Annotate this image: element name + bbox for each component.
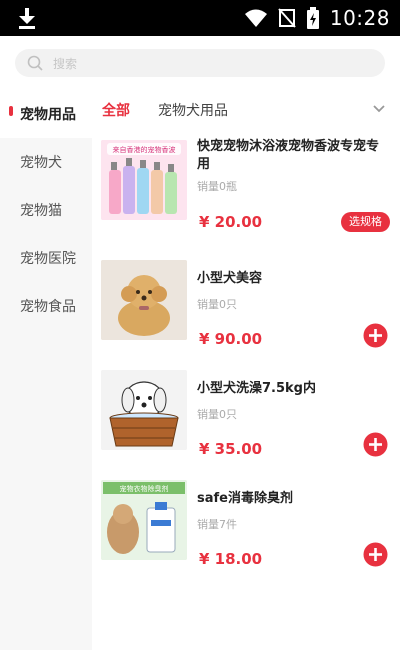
download-icon — [19, 8, 35, 29]
sidebar-item-pet-dog[interactable]: 宠物犬 — [0, 138, 92, 186]
add-to-cart-button[interactable] — [363, 542, 388, 567]
sidebar-item-label: 宠物用品 — [20, 107, 76, 123]
product-item[interactable]: 小型犬洗澡7.5kg内 销量0只 ¥ 35.00 — [92, 360, 400, 470]
sidebar-item-pet-food[interactable]: 宠物食品 — [0, 282, 92, 330]
product-image-dog-bath — [101, 370, 187, 450]
product-image-deodorizer: 宠物衣物除臭剂 — [101, 480, 187, 560]
sidebar-item-label: 宠物犬 — [20, 155, 62, 171]
product-sales: 销量0只 — [197, 298, 237, 311]
wifi-icon — [244, 9, 267, 27]
product-list: 来自香港的宠物香波 快宠宠物沐浴液宠物香波专宠专用 销量0瓶 ¥ 20.00 选… — [92, 130, 400, 580]
product-price: ¥ 20.00 — [199, 213, 263, 231]
product-price: ¥ 90.00 — [199, 330, 263, 348]
status-bar: 10:28 — [0, 0, 400, 36]
deodorizer-banner-text: 宠物衣物除臭剂 — [120, 484, 169, 493]
sidebar-item-pet-supplies[interactable]: 宠物用品 — [0, 90, 92, 138]
product-image-shampoo: 来自香港的宠物香波 — [101, 140, 187, 220]
product-name: 小型犬洗澡7.5kg内 — [197, 381, 316, 396]
product-sales: 销量0只 — [197, 408, 237, 421]
active-indicator — [9, 106, 13, 116]
product-price: ¥ 35.00 — [199, 440, 263, 458]
product-item[interactable]: 宠物衣物除臭剂 safe消毒除臭剂 销量7件 ¥ 18.00 — [92, 470, 400, 580]
sidebar-item-label: 宠物食品 — [20, 299, 76, 315]
sidebar-item-pet-cat[interactable]: 宠物猫 — [0, 186, 92, 234]
product-name: 快宠宠物沐浴液宠物香波专宠专用 — [197, 139, 380, 172]
search-icon — [27, 55, 43, 71]
sidebar-item-pet-hospital[interactable]: 宠物医院 — [0, 234, 92, 282]
product-sales: 销量0瓶 — [197, 180, 237, 193]
subcategory-tabs: 全部 宠物犬用品 — [92, 90, 400, 130]
product-image-poodle — [101, 260, 187, 340]
sidebar-item-label: 宠物医院 — [20, 251, 76, 267]
add-to-cart-button[interactable] — [363, 323, 388, 348]
product-name: 小型犬美容 — [197, 271, 263, 286]
add-to-cart-button[interactable] — [363, 432, 388, 457]
search-section: 搜索 — [0, 36, 400, 90]
product-name: safe消毒除臭剂 — [197, 491, 293, 506]
sidebar-item-label: 宠物猫 — [20, 203, 62, 219]
category-sidebar: 宠物用品 宠物犬 宠物猫 宠物医院 宠物食品 — [0, 90, 92, 650]
battery-charging-icon — [306, 7, 319, 29]
tab-dog-supplies[interactable]: 宠物犬用品 — [158, 100, 228, 120]
product-item[interactable]: 小型犬美容 销量0只 ¥ 90.00 — [92, 250, 400, 360]
search-input[interactable]: 搜索 — [15, 49, 385, 77]
search-placeholder: 搜索 — [53, 56, 78, 71]
tab-all[interactable]: 全部 — [102, 100, 130, 120]
product-item[interactable]: 来自香港的宠物香波 快宠宠物沐浴液宠物香波专宠专用 销量0瓶 ¥ 20.00 选… — [92, 130, 400, 250]
select-spec-button[interactable]: 选规格 — [341, 212, 390, 232]
status-icons: 10:28 — [244, 4, 390, 32]
chevron-down-icon[interactable] — [372, 102, 386, 116]
shampoo-banner-text: 来自香港的宠物香波 — [113, 145, 176, 154]
product-price: ¥ 18.00 — [199, 550, 263, 568]
product-sales: 销量7件 — [197, 518, 237, 531]
no-signal-icon — [278, 8, 296, 28]
clock: 10:28 — [329, 6, 390, 30]
